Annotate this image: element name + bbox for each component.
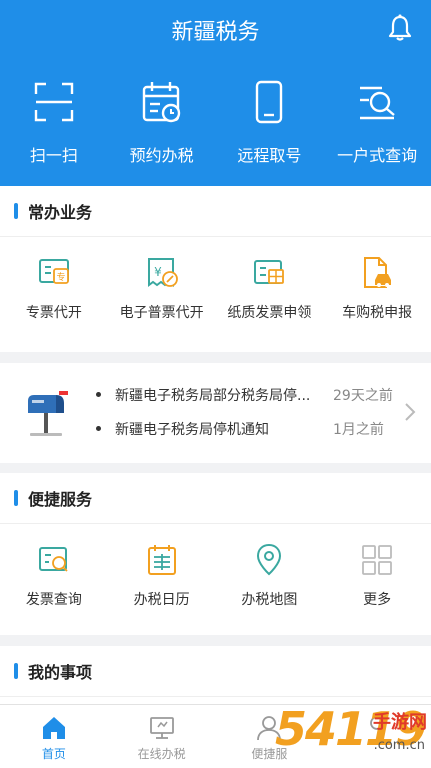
notice-item[interactable]: 新疆电子税务局部分税务局停... 29天之前 — [96, 385, 396, 405]
divider — [0, 696, 431, 697]
mailbox-icon — [28, 391, 68, 436]
tax-calendar-button[interactable]: 办税日历 — [108, 542, 216, 610]
calendar-clock-icon — [142, 82, 180, 123]
e-invoice-button[interactable]: ¥ 电子普票代开 — [108, 255, 216, 323]
page-title: 新疆税务 — [171, 20, 260, 45]
svg-text:¥: ¥ — [154, 265, 162, 279]
notice-text: 新疆电子税务局部分税务局停... — [115, 388, 311, 404]
my-items-section: 我的事项 — [0, 646, 431, 706]
monitor-icon — [149, 717, 174, 739]
quick-actions: 扫一扫 预约办税 远程取号 一户式查询 — [0, 80, 431, 166]
nav-label: 首页 — [41, 747, 66, 761]
quick-action-label: 扫一扫 — [29, 146, 78, 165]
more-button[interactable]: 更多 — [323, 542, 431, 610]
svg-text:专: 专 — [56, 271, 65, 283]
invoice-search-icon — [38, 547, 68, 572]
section-title-text: 便捷服务 — [28, 490, 93, 509]
nav-home[interactable]: 首页 — [0, 705, 108, 768]
app-header: 新疆税务 扫一扫 预约办税 远程取号 一户式查询 — [0, 0, 431, 186]
paper-invoice-icon — [254, 260, 285, 284]
section-accent-bar — [14, 203, 18, 219]
nav-online-tax[interactable]: 在线办税 — [108, 705, 216, 768]
scan-icon — [34, 82, 74, 122]
grid-item-label: 电子普票代开 — [119, 305, 204, 321]
special-invoice-icon: 专 — [38, 259, 69, 284]
quick-remote-number-button[interactable]: 远程取号 — [216, 80, 324, 166]
section-title: 常办业务 — [0, 186, 431, 236]
e-invoice-icon: ¥ — [147, 258, 178, 287]
convenient-services-section: 便捷服务 发票查询 办税日历 办税地图 更多 — [0, 473, 431, 635]
convenient-services-grid: 发票查询 办税日历 办税地图 更多 — [0, 524, 431, 610]
watermark-site: 手游网 — [373, 712, 427, 733]
notice-item[interactable]: 新疆电子税务局停机通知 1月之前 — [96, 419, 396, 439]
watermark-url: .com.cn — [373, 738, 425, 753]
grid-item-label: 办税日历 — [133, 592, 190, 608]
bullet-dot — [96, 426, 101, 431]
grid-item-label: 专票代开 — [25, 305, 82, 321]
section-title: 我的事项 — [0, 646, 431, 696]
tax-map-button[interactable]: 办税地图 — [216, 542, 324, 610]
quick-action-label: 预约办税 — [129, 146, 194, 165]
grid-item-label: 纸质发票申领 — [227, 305, 312, 321]
site-watermark: 54119 手游网 .com.cn — [271, 698, 431, 768]
bullet-dot — [96, 392, 101, 397]
quick-action-label: 远程取号 — [237, 146, 302, 165]
car-tax-icon — [364, 257, 392, 288]
quick-action-label: 一户式查询 — [337, 146, 418, 165]
notice-time: 29天之前 — [333, 388, 393, 404]
notice-time: 1月之前 — [333, 422, 384, 438]
phone-icon — [256, 80, 283, 124]
grid-item-label: 车购税申报 — [342, 305, 413, 321]
common-business-section: 常办业务 专 专票代开 ¥ 电子普票代开 纸质发票申领 车购税申报 — [0, 186, 431, 352]
section-title-text: 常办业务 — [28, 203, 93, 222]
tax-calendar-icon — [147, 545, 176, 575]
quick-one-stop-query-button[interactable]: 一户式查询 — [323, 80, 431, 166]
invoice-search-button[interactable]: 发票查询 — [0, 542, 108, 610]
section-accent-bar — [14, 663, 18, 679]
search-doc-icon — [360, 86, 395, 120]
section-title-text: 我的事项 — [28, 663, 93, 682]
quick-scan-button[interactable]: 扫一扫 — [0, 80, 108, 166]
nav-label: 在线办税 — [137, 747, 186, 761]
section-accent-bar — [14, 490, 18, 506]
special-invoice-button[interactable]: 专 专票代开 — [0, 255, 108, 323]
chevron-right-icon[interactable] — [403, 401, 417, 423]
section-title: 便捷服务 — [0, 473, 431, 523]
grid-item-label: 发票查询 — [25, 592, 82, 608]
bell-icon[interactable] — [387, 14, 413, 42]
notice-text: 新疆电子税务局停机通知 — [115, 422, 269, 438]
grid-item-label: 更多 — [363, 592, 392, 608]
quick-appointment-button[interactable]: 预约办税 — [108, 80, 216, 166]
map-pin-icon — [257, 543, 282, 576]
more-grid-icon — [362, 545, 393, 575]
paper-invoice-button[interactable]: 纸质发票申领 — [216, 255, 324, 323]
car-tax-button[interactable]: 车购税申报 — [323, 255, 431, 323]
home-icon — [42, 717, 65, 739]
common-business-grid: 专 专票代开 ¥ 电子普票代开 纸质发票申领 车购税申报 — [0, 237, 431, 323]
grid-item-label: 办税地图 — [241, 592, 298, 608]
notice-panel[interactable]: 新疆电子税务局部分税务局停... 29天之前 新疆电子税务局停机通知 1月之前 — [0, 363, 431, 463]
